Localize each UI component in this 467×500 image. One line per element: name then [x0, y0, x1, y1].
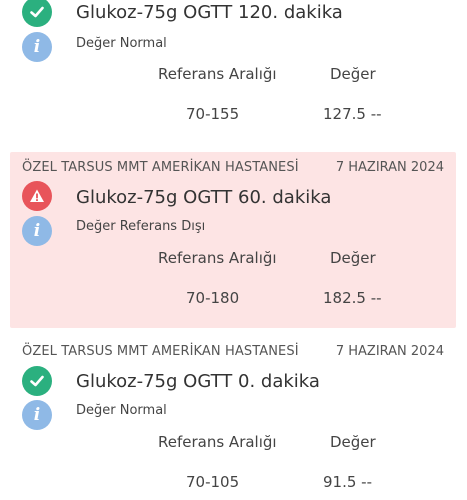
status-label: Değer Referans Dışı	[76, 219, 206, 234]
reference-range-value: 70-155	[186, 105, 240, 123]
reference-range-header: Referans Aralığı	[158, 65, 277, 83]
result-card-ogtt-0[interactable]: ÖZEL TARSUS MMT AMERİKAN HASTANESİ 7 HAZ…	[10, 336, 456, 500]
result-value: 127.5 --	[323, 105, 382, 123]
info-icon: i	[22, 400, 52, 430]
reference-range-header: Referans Aralığı	[158, 433, 277, 451]
value-header: Değer	[330, 65, 376, 83]
check-circle-icon	[22, 366, 52, 396]
result-date: 7 HAZIRAN 2024	[335, 160, 444, 175]
reference-range-value: 70-180	[186, 289, 240, 307]
result-card-ogtt-120[interactable]: Glukoz-75g OGTT 120. dakika i Değer Norm…	[10, 0, 456, 138]
test-name: Glukoz-75g OGTT 60. dakika	[76, 187, 332, 208]
result-card-ogtt-60[interactable]: ÖZEL TARSUS MMT AMERİKAN HASTANESİ 7 HAZ…	[10, 152, 456, 328]
value-header: Değer	[330, 433, 376, 451]
result-date: 7 HAZIRAN 2024	[335, 344, 444, 359]
info-icon: i	[22, 216, 52, 246]
warning-triangle-icon	[22, 181, 52, 211]
value-header: Değer	[330, 249, 376, 267]
test-name: Glukoz-75g OGTT 120. dakika	[76, 2, 343, 23]
reference-range-value: 70-105	[186, 473, 240, 491]
info-icon: i	[22, 32, 52, 62]
result-value: 182.5 --	[323, 289, 382, 307]
result-value: 91.5 --	[323, 473, 372, 491]
reference-range-header: Referans Aralığı	[158, 249, 277, 267]
hospital-name: ÖZEL TARSUS MMT AMERİKAN HASTANESİ	[22, 160, 299, 175]
status-label: Değer Normal	[76, 36, 167, 51]
test-name: Glukoz-75g OGTT 0. dakika	[76, 371, 320, 392]
check-circle-icon	[22, 0, 52, 27]
status-label: Değer Normal	[76, 403, 167, 418]
hospital-name: ÖZEL TARSUS MMT AMERİKAN HASTANESİ	[22, 344, 299, 359]
